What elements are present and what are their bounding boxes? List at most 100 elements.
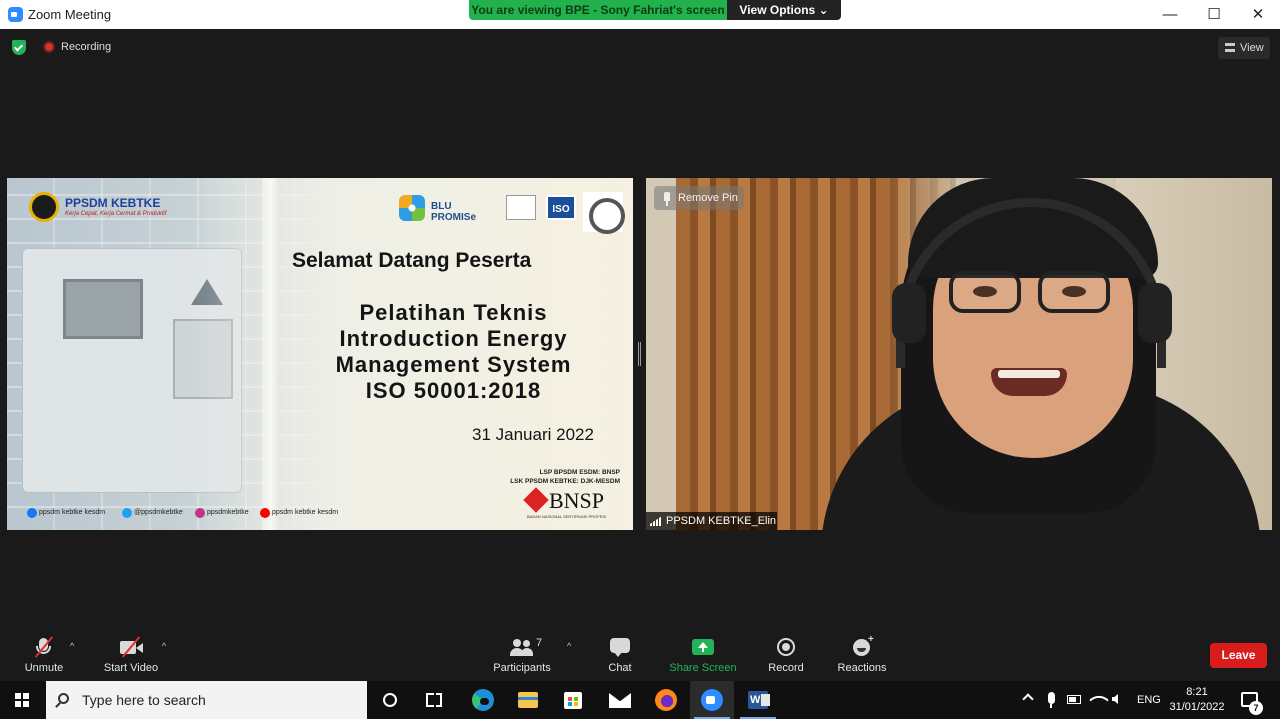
taskbar-edge[interactable]: [461, 681, 505, 719]
file-explorer-icon: [518, 692, 538, 708]
lsp-line-2: LSK PPSDM KEBTKE: DJK-MESDM: [510, 478, 620, 485]
screen-share-banner: You are viewing BPE - Sony Fahriat's scr…: [469, 0, 841, 20]
facebook-icon: [27, 508, 37, 518]
slide-course-title: Pelatihan Teknis Introduction Energy Man…: [297, 300, 610, 404]
split-view-divider-handle[interactable]: [638, 342, 641, 366]
cortana-button[interactable]: [368, 681, 412, 719]
bnsp-logo: BNSP BADAN NASIONAL SERTIFIKASI PROFESI: [523, 487, 622, 519]
start-button[interactable]: [0, 681, 44, 719]
taskbar-zoom[interactable]: [690, 681, 734, 719]
share-screen-label: Share Screen: [669, 662, 737, 674]
remove-pin-button[interactable]: Remove Pin: [654, 186, 744, 210]
battery-icon[interactable]: [1067, 695, 1081, 704]
search-icon: [58, 693, 69, 704]
taskbar-file-explorer[interactable]: [506, 681, 550, 719]
blu-promise-logo: BLU PROMISe: [399, 195, 499, 223]
audio-options-caret-icon[interactable]: ^: [70, 641, 80, 651]
taskbar-search-box[interactable]: [46, 681, 367, 719]
window-title: Zoom Meeting: [28, 7, 112, 22]
participants-label: Participants: [493, 662, 551, 674]
task-view-button[interactable]: [412, 681, 456, 719]
ppsdm-logo: PPSDM KEBTKE Kerja Cepat, Kerja Cermat &…: [29, 192, 169, 222]
taskbar-firefox[interactable]: [644, 681, 688, 719]
certification-badge-icon: [506, 195, 536, 220]
taskbar-clock[interactable]: 8:21 31/01/2022: [1160, 685, 1234, 715]
show-hidden-icons-chevron-icon[interactable]: [1022, 693, 1034, 705]
remove-pin-label: Remove Pin: [678, 192, 738, 204]
start-video-label: Start Video: [103, 662, 159, 674]
minimize-button[interactable]: —: [1148, 0, 1192, 29]
leave-button[interactable]: Leave: [1210, 643, 1267, 668]
course-line-3: Management System: [335, 352, 572, 377]
windows-logo-icon: [15, 693, 29, 707]
recording-label[interactable]: Recording: [61, 41, 111, 53]
participant-name: PPSDM KEBTKE_Elin: [666, 515, 777, 527]
volume-speaker-icon[interactable]: [1112, 694, 1118, 704]
taskbar-word[interactable]: W: [736, 681, 780, 719]
view-button[interactable]: View: [1218, 37, 1270, 59]
slide-date: 31 Januari 2022: [472, 425, 594, 444]
zoom-app-icon: [701, 689, 723, 711]
participants-icon: [510, 637, 534, 657]
unmute-button[interactable]: Unmute: [14, 631, 74, 681]
tray-microphone-icon[interactable]: [1048, 692, 1055, 708]
shared-screen-slide[interactable]: PPSDM KEBTKE Kerja Cepat, Kerja Cermat &…: [7, 178, 633, 530]
cortana-icon: [383, 693, 397, 707]
participant-name-tag: PPSDM KEBTKE_Elin: [646, 512, 777, 530]
org-tagline: Kerja Cepat, Kerja Cermat & Produktif: [65, 211, 167, 217]
record-icon: [775, 637, 797, 657]
microsoft-store-icon: [564, 692, 582, 709]
chat-button[interactable]: Chat: [598, 631, 642, 681]
reactions-button[interactable]: + Reactions: [832, 631, 892, 681]
view-options-button[interactable]: View Options ⌄: [727, 0, 841, 20]
video-options-caret-icon[interactable]: ^: [162, 641, 172, 651]
participant-video-tile[interactable]: Remove Pin PPSDM KEBTKE_Elin: [646, 178, 1272, 530]
word-icon: W: [748, 691, 770, 709]
lsp-credits: LSP BPSDM ESDM: BNSP LSK PPSDM KEBTKE: D…: [467, 468, 620, 486]
grid-view-icon: [1225, 43, 1235, 52]
wifi-icon[interactable]: [1089, 690, 1109, 710]
record-button[interactable]: Record: [764, 631, 808, 681]
share-screen-icon: [692, 637, 714, 657]
view-button-label: View: [1240, 42, 1264, 54]
taskbar-search-input[interactable]: [82, 690, 352, 710]
clock-time: 8:21: [1186, 686, 1208, 698]
maximize-button[interactable]: ☐: [1192, 0, 1236, 29]
social-youtube: ppsdm kebtke kesdm: [260, 507, 338, 519]
participants-button[interactable]: Participants: [488, 631, 556, 681]
social-facebook: ppsdm kebtke kesdm: [27, 507, 105, 519]
blu-promise-text: BLU PROMISe: [431, 201, 477, 223]
blu-promise-mark-icon: [399, 195, 425, 221]
taskbar-mail[interactable]: [598, 681, 642, 719]
close-button[interactable]: ✕: [1236, 0, 1280, 29]
participants-count: 7: [536, 637, 543, 649]
camera-off-icon: [120, 636, 143, 658]
course-line-2: Introduction Energy: [339, 326, 568, 351]
start-video-button[interactable]: Start Video: [96, 631, 166, 681]
iso-badge: ISO: [546, 195, 576, 220]
bnsp-subtitle: BADAN NASIONAL SERTIFIKASI PROFESI: [527, 514, 607, 519]
security-shield-icon[interactable]: [12, 40, 26, 55]
social-twitter: @ppsdmkebtke: [122, 507, 183, 519]
share-screen-button[interactable]: Share Screen: [666, 631, 740, 681]
meeting-top-bar: Recording View: [0, 29, 1280, 65]
signal-strength-icon: [650, 516, 662, 526]
course-line-1: Pelatihan Teknis: [359, 300, 548, 325]
taskbar-store[interactable]: [551, 681, 595, 719]
pin-icon: [664, 192, 670, 206]
input-language[interactable]: ENG: [1137, 681, 1161, 719]
meeting-controls-toolbar: Unmute ^ Start Video ^ Participants 7 ^ …: [0, 631, 1280, 681]
bnsp-mark-icon: [523, 487, 549, 513]
reactions-label: Reactions: [837, 662, 887, 674]
edge-browser-icon: [472, 689, 494, 711]
esdm-emblem-icon: [29, 192, 59, 222]
twitter-icon: [122, 508, 132, 518]
slide-welcome-heading: Selamat Datang Peserta: [292, 249, 532, 272]
windows-taskbar: W ENG 8:21 31/01/2022 7: [0, 681, 1280, 719]
participants-options-caret-icon[interactable]: ^: [567, 641, 577, 651]
recording-dot-icon[interactable]: [43, 41, 55, 53]
viewing-screen-message: You are viewing BPE - Sony Fahriat's scr…: [469, 0, 727, 20]
microphone-muted-icon: [33, 636, 55, 658]
social-instagram: ppsdmkebtke: [195, 507, 249, 519]
clock-date: 31/01/2022: [1169, 701, 1225, 713]
